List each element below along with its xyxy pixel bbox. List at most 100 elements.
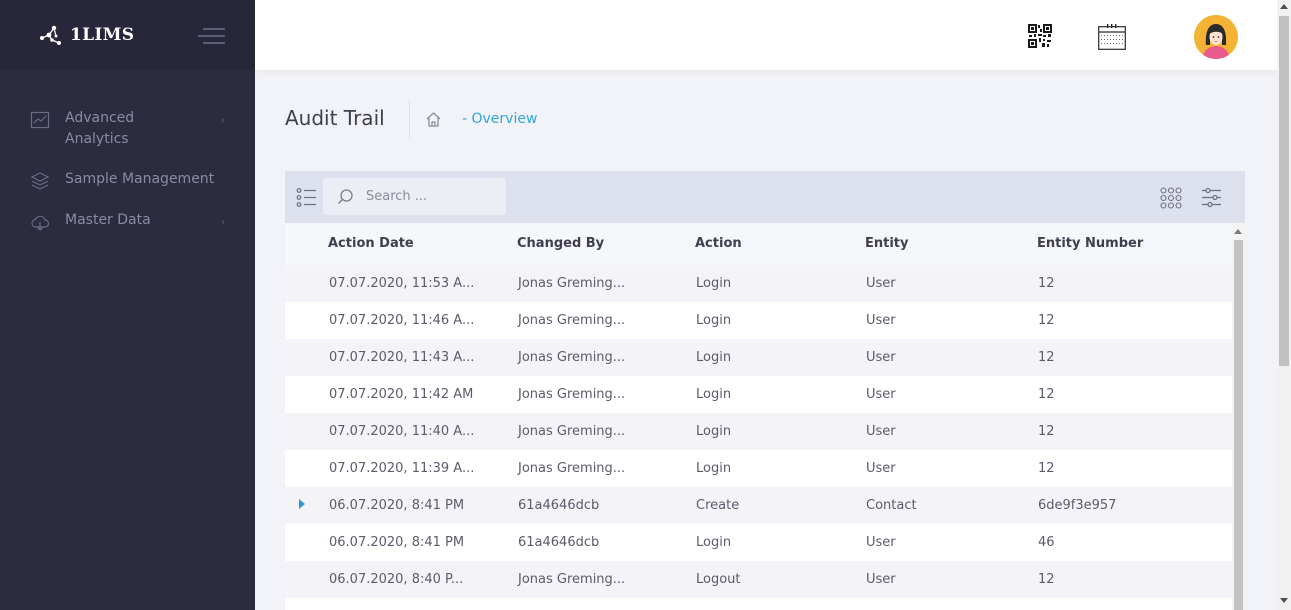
breadcrumb[interactable]: - Overview: [462, 111, 537, 127]
sidebar-item-sample-management[interactable]: Sample Management: [0, 169, 255, 191]
sidebar-item-advanced-analytics[interactable]: Advanced Analytics ›: [0, 108, 255, 150]
cell-entity-number: 46: [1038, 535, 1055, 550]
column-header-action[interactable]: Action: [695, 236, 742, 251]
cell-action-date: 07.07.2020, 11:39 A...: [329, 461, 475, 476]
cell-entity-number: 12: [1038, 350, 1055, 365]
cell-action: Logout: [696, 572, 741, 587]
table-row[interactable]: 07.07.2020, 11:40 A... Jonas Greming... Lo…: [285, 413, 1245, 450]
cell-action: Create: [696, 498, 740, 513]
search-icon: [338, 189, 353, 204]
cell-action-date: 06.07.2020, 8:41 PM: [329, 535, 465, 550]
layers-icon: [30, 172, 50, 190]
cell-entity: Contact: [866, 498, 917, 513]
column-header-action-date[interactable]: Action Date: [328, 236, 414, 251]
cell-action: Login: [696, 313, 732, 328]
cell-entity: User: [866, 535, 896, 550]
search-input[interactable]: [364, 188, 494, 205]
table-row[interactable]: 07.07.2020, 11:46 A... Jonas Greming... Lo…: [285, 302, 1245, 339]
column-header-changed-by[interactable]: Changed By: [517, 236, 604, 251]
calendar-icon[interactable]: [1098, 24, 1126, 50]
divider: [409, 100, 410, 139]
cell-action-date: 07.07.2020, 11:40 A...: [329, 424, 475, 439]
table-row[interactable]: 07.07.2020, 11:53 A... Jonas Greming... Lo…: [285, 265, 1245, 302]
cell-action: Login: [696, 424, 732, 439]
page-scrollbar[interactable]: [1277, 0, 1291, 610]
cell-entity: User: [866, 276, 896, 291]
cell-action-date: 07.07.2020, 11:43 A...: [329, 350, 475, 365]
cell-changed-by: Jonas Greming...: [518, 461, 626, 476]
logo-icon: [40, 25, 61, 45]
sidebar-item-master-data[interactable]: Master Data ›: [0, 210, 255, 232]
cell-entity-number: 12: [1038, 424, 1055, 439]
cell-entity-number: 6de9f3e957: [1038, 498, 1117, 513]
scrollbar-thumb[interactable]: [1234, 240, 1243, 610]
table-body: 07.07.2020, 11:53 A... Jonas Greming... Lo…: [285, 265, 1245, 598]
avatar[interactable]: [1194, 15, 1238, 59]
home-icon[interactable]: [425, 111, 442, 128]
qr-code-icon[interactable]: [1028, 24, 1052, 48]
cloud-icon: [31, 215, 50, 231]
grid-toolbar: [285, 171, 1245, 223]
cell-entity-number: 12: [1038, 461, 1055, 476]
cell-changed-by: Jonas Greming...: [518, 313, 626, 328]
cell-entity: User: [866, 461, 896, 476]
brand-name: 1LIMS: [70, 25, 135, 45]
cell-entity: User: [866, 313, 896, 328]
table-row[interactable]: 06.07.2020, 8:40 P... Jonas Greming... Log…: [285, 561, 1245, 598]
scroll-up-icon[interactable]: [1234, 229, 1242, 234]
scrollbar-thumb[interactable]: [1279, 16, 1289, 366]
chart-icon: [30, 111, 50, 129]
page-title: Audit Trail: [285, 106, 385, 130]
cell-entity: User: [866, 424, 896, 439]
cell-action: Login: [696, 350, 732, 365]
user-avatar-icon: [1194, 15, 1238, 59]
cell-changed-by: Jonas Greming...: [518, 572, 626, 587]
filter-settings-icon[interactable]: [1201, 187, 1222, 208]
table-row[interactable]: 06.07.2020, 8:41 PM 61a4646dcb Login User 46: [285, 524, 1245, 561]
cell-action: Login: [696, 461, 732, 476]
table-row[interactable]: 07.07.2020, 11:42 AM Jonas Greming... Logi…: [285, 376, 1245, 413]
cell-entity: User: [866, 387, 896, 402]
sidebar-nav: Advanced Analytics › Sample Management M…: [0, 70, 255, 232]
cell-changed-by: Jonas Greming...: [518, 276, 626, 291]
cell-changed-by: 61a4646dcb: [518, 498, 600, 513]
chevron-right-icon: ›: [221, 115, 225, 126]
table-row[interactable]: 07.07.2020, 11:43 A... Jonas Greming... Lo…: [285, 339, 1245, 376]
cell-action: Login: [696, 276, 732, 291]
scroll-down-icon[interactable]: [1280, 598, 1288, 603]
cell-entity-number: 12: [1038, 387, 1055, 402]
cell-entity: User: [866, 572, 896, 587]
cell-action-date: 07.07.2020, 11:53 A...: [329, 276, 475, 291]
column-header-entity-number[interactable]: Entity Number: [1037, 236, 1143, 251]
cell-action-date: 07.07.2020, 11:46 A...: [329, 313, 475, 328]
scroll-up-icon[interactable]: [1280, 4, 1288, 9]
menu-toggle-icon[interactable]: [198, 28, 225, 46]
sidebar-item-label: Advanced Analytics: [65, 110, 135, 147]
search-box: [323, 178, 506, 215]
expand-row-icon[interactable]: [299, 499, 305, 509]
topbar: [255, 0, 1277, 70]
cell-changed-by: Jonas Greming...: [518, 350, 626, 365]
table-row[interactable]: 06.07.2020, 8:41 PM 61a4646dcb Create Conta…: [285, 487, 1245, 524]
cell-entity-number: 12: [1038, 276, 1055, 291]
brand-header: 1LIMS: [0, 0, 255, 70]
sidebar-item-label: Sample Management: [65, 171, 215, 187]
audit-trail-grid: Action Date Changed By Action Entity Ent…: [285, 171, 1245, 610]
chevron-right-icon: ›: [221, 217, 225, 228]
sidebar-item-label: Master Data: [65, 212, 151, 228]
cell-action: Login: [696, 535, 732, 550]
cell-entity-number: 12: [1038, 572, 1055, 587]
cell-action-date: 07.07.2020, 11:42 AM: [329, 387, 474, 402]
column-header-entity[interactable]: Entity: [865, 236, 909, 251]
cell-changed-by: Jonas Greming...: [518, 424, 626, 439]
column-chooser-icon[interactable]: [1160, 187, 1182, 209]
cell-changed-by: 61a4646dcb: [518, 535, 600, 550]
cell-action: Login: [696, 387, 732, 402]
table-header: Action Date Changed By Action Entity Ent…: [285, 223, 1245, 265]
cell-changed-by: Jonas Greming...: [518, 387, 626, 402]
table-row[interactable]: 07.07.2020, 11:39 A... Jonas Greming... Lo…: [285, 450, 1245, 487]
cell-entity: User: [866, 350, 896, 365]
grid-scrollbar[interactable]: [1232, 223, 1245, 610]
cell-entity-number: 12: [1038, 313, 1055, 328]
list-icon[interactable]: [296, 187, 317, 208]
